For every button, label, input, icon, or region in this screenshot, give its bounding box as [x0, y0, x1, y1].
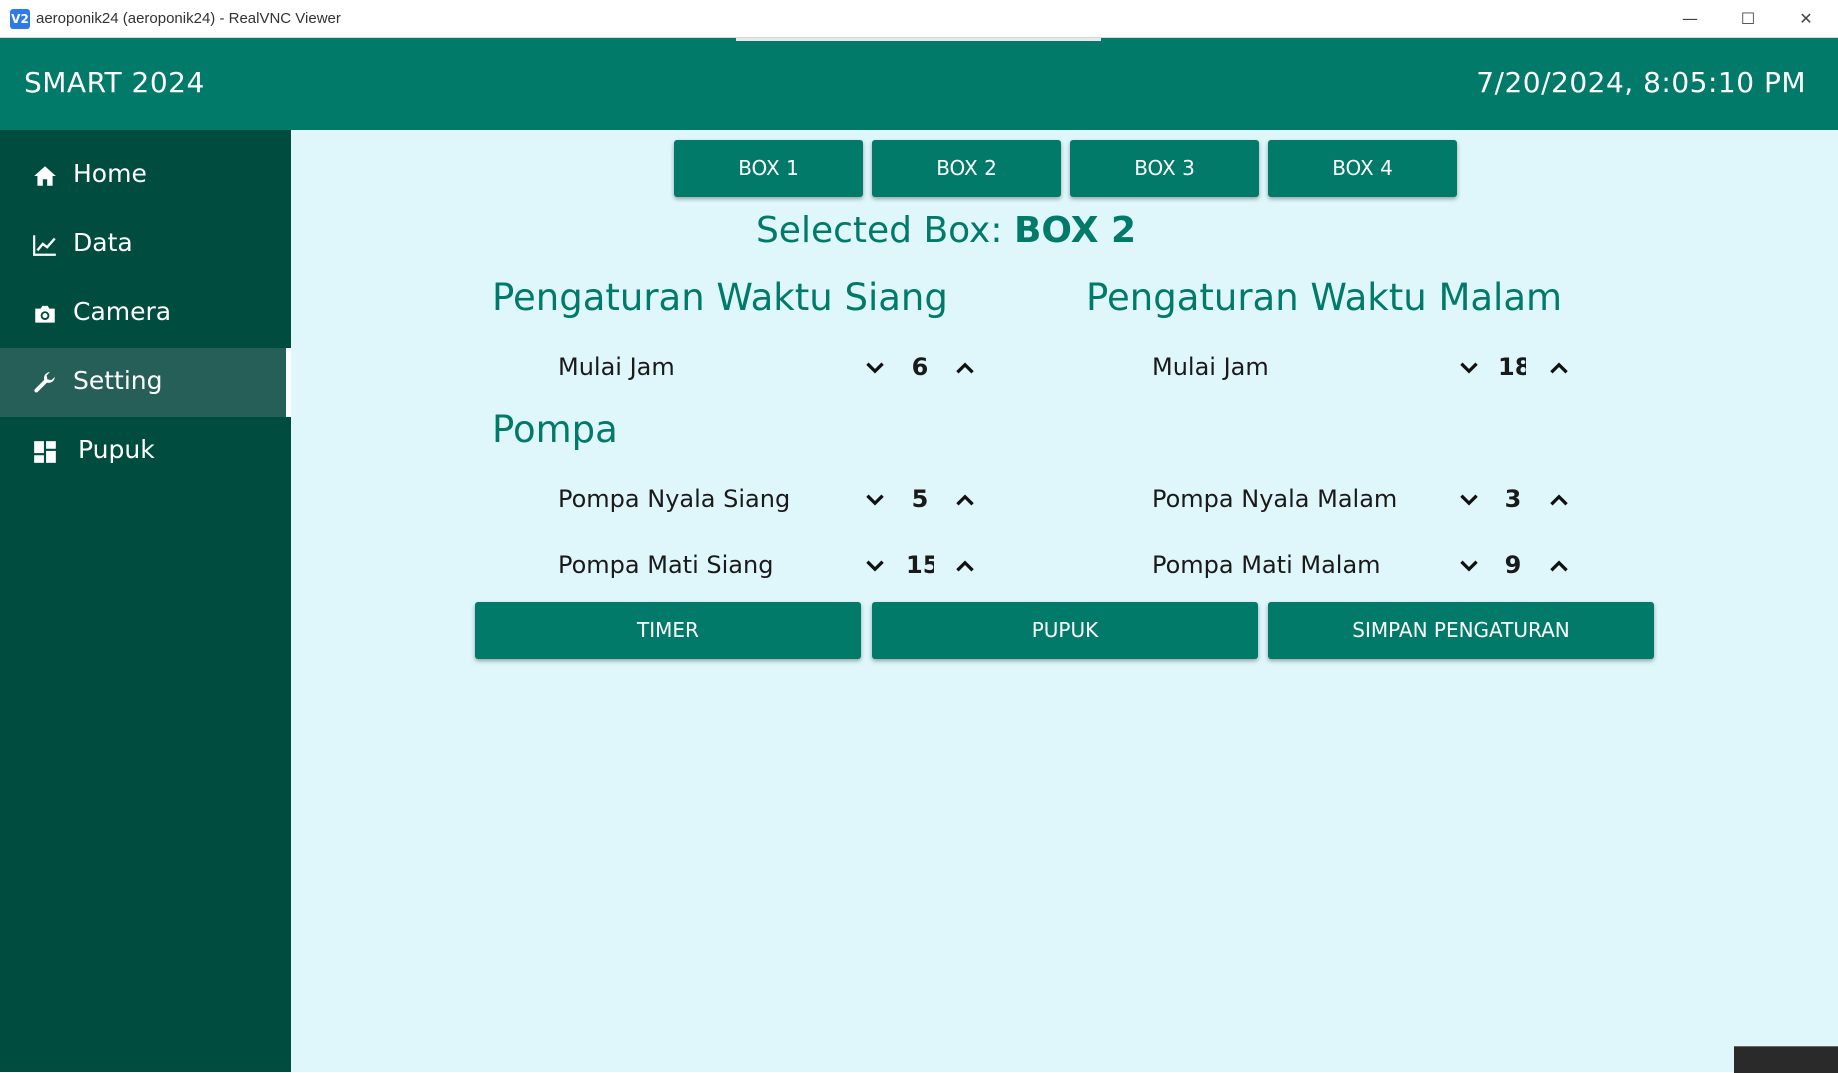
- sidebar: Home Data Camera Setting Pupuk: [0, 130, 291, 1072]
- dashboard-icon: [34, 441, 56, 463]
- chevron-up-icon[interactable]: [952, 355, 978, 381]
- home-icon: [34, 166, 56, 186]
- pump-section-title: Pompa: [492, 408, 618, 451]
- selected-box-prefix: Selected Box:: [755, 210, 1003, 251]
- datetime-display: 7/20/2024, 8:05:10 PM: [1476, 66, 1806, 99]
- selected-box-value: BOX 2: [1013, 210, 1137, 251]
- day-pump-on-value[interactable]: 5: [901, 485, 939, 513]
- sidebar-item-pupuk[interactable]: Pupuk: [0, 417, 291, 486]
- chevron-down-icon[interactable]: [862, 487, 888, 513]
- sidebar-item-label: Pupuk: [78, 435, 155, 464]
- chevron-up-icon[interactable]: [952, 487, 978, 513]
- chevron-down-icon[interactable]: [862, 553, 888, 579]
- vnc-toolbar-handle[interactable]: [736, 38, 1101, 41]
- timer-button[interactable]: TIMER: [475, 602, 861, 659]
- app-title: SMART 2024: [24, 66, 205, 99]
- chevron-down-icon[interactable]: [862, 355, 888, 381]
- sidebar-item-setting[interactable]: Setting: [0, 348, 291, 417]
- sidebar-item-data[interactable]: Data: [0, 210, 291, 279]
- box-4-button[interactable]: BOX 4: [1268, 140, 1457, 197]
- save-settings-button[interactable]: SIMPAN PENGATURAN: [1268, 602, 1654, 659]
- sidebar-item-label: Data: [73, 228, 133, 257]
- sidebar-item-label: Home: [73, 159, 147, 188]
- night-pump-off-label: Pompa Mati Malam: [1152, 551, 1381, 579]
- sidebar-item-label: Camera: [73, 297, 172, 326]
- sidebar-item-label: Setting: [73, 366, 163, 395]
- window-titlebar: V2 aeroponik24 (aeroponik24) - RealVNC V…: [0, 0, 1838, 38]
- selected-box-heading: Selected Box: BOX 2: [291, 210, 1601, 251]
- main-content: BOX 1 BOX 2 BOX 3 BOX 4 Selected Box: BO…: [291, 130, 1838, 1072]
- night-pump-on-value[interactable]: 3: [1494, 485, 1532, 513]
- box-3-button[interactable]: BOX 3: [1070, 140, 1259, 197]
- night-pump-off-value[interactable]: 9: [1494, 551, 1532, 579]
- chart-line-icon: [33, 235, 56, 256]
- chevron-down-icon[interactable]: [1456, 553, 1482, 579]
- day-pump-off-label: Pompa Mati Siang: [558, 551, 774, 579]
- close-button[interactable]: ✕: [1778, 4, 1834, 34]
- wrench-icon: [34, 372, 55, 393]
- maximize-button[interactable]: ☐: [1720, 4, 1776, 34]
- box-2-button[interactable]: BOX 2: [872, 140, 1061, 197]
- night-settings-title: Pengaturan Waktu Malam: [1086, 276, 1563, 319]
- vnc-preview-thumbnail: [1734, 1046, 1838, 1073]
- night-pump-on-label: Pompa Nyala Malam: [1152, 485, 1398, 513]
- minimize-button[interactable]: —: [1662, 4, 1718, 34]
- chevron-down-icon[interactable]: [1456, 355, 1482, 381]
- camera-icon: [35, 305, 55, 323]
- chevron-up-icon[interactable]: [1546, 355, 1572, 381]
- sidebar-item-home[interactable]: Home: [0, 141, 291, 210]
- sidebar-item-camera[interactable]: Camera: [0, 279, 291, 348]
- day-settings-title: Pengaturan Waktu Siang: [492, 276, 948, 319]
- chevron-up-icon[interactable]: [1546, 487, 1572, 513]
- day-pump-on-label: Pompa Nyala Siang: [558, 485, 791, 513]
- box-1-button[interactable]: BOX 1: [674, 140, 863, 197]
- pupuk-button[interactable]: PUPUK: [872, 602, 1258, 659]
- window-title: aeroponik24 (aeroponik24) - RealVNC View…: [36, 10, 341, 27]
- app-header: SMART 2024 7/20/2024, 8:05:10 PM: [0, 38, 1838, 130]
- chevron-down-icon[interactable]: [1456, 487, 1482, 513]
- night-start-label: Mulai Jam: [1152, 353, 1269, 381]
- day-start-value[interactable]: 6: [901, 353, 939, 381]
- day-start-label: Mulai Jam: [558, 353, 675, 381]
- night-start-value[interactable]: 18: [1498, 353, 1526, 381]
- chevron-up-icon[interactable]: [1546, 553, 1572, 579]
- chevron-up-icon[interactable]: [952, 553, 978, 579]
- realvnc-app-icon: V2: [10, 9, 30, 29]
- day-pump-off-value[interactable]: 15: [906, 551, 934, 579]
